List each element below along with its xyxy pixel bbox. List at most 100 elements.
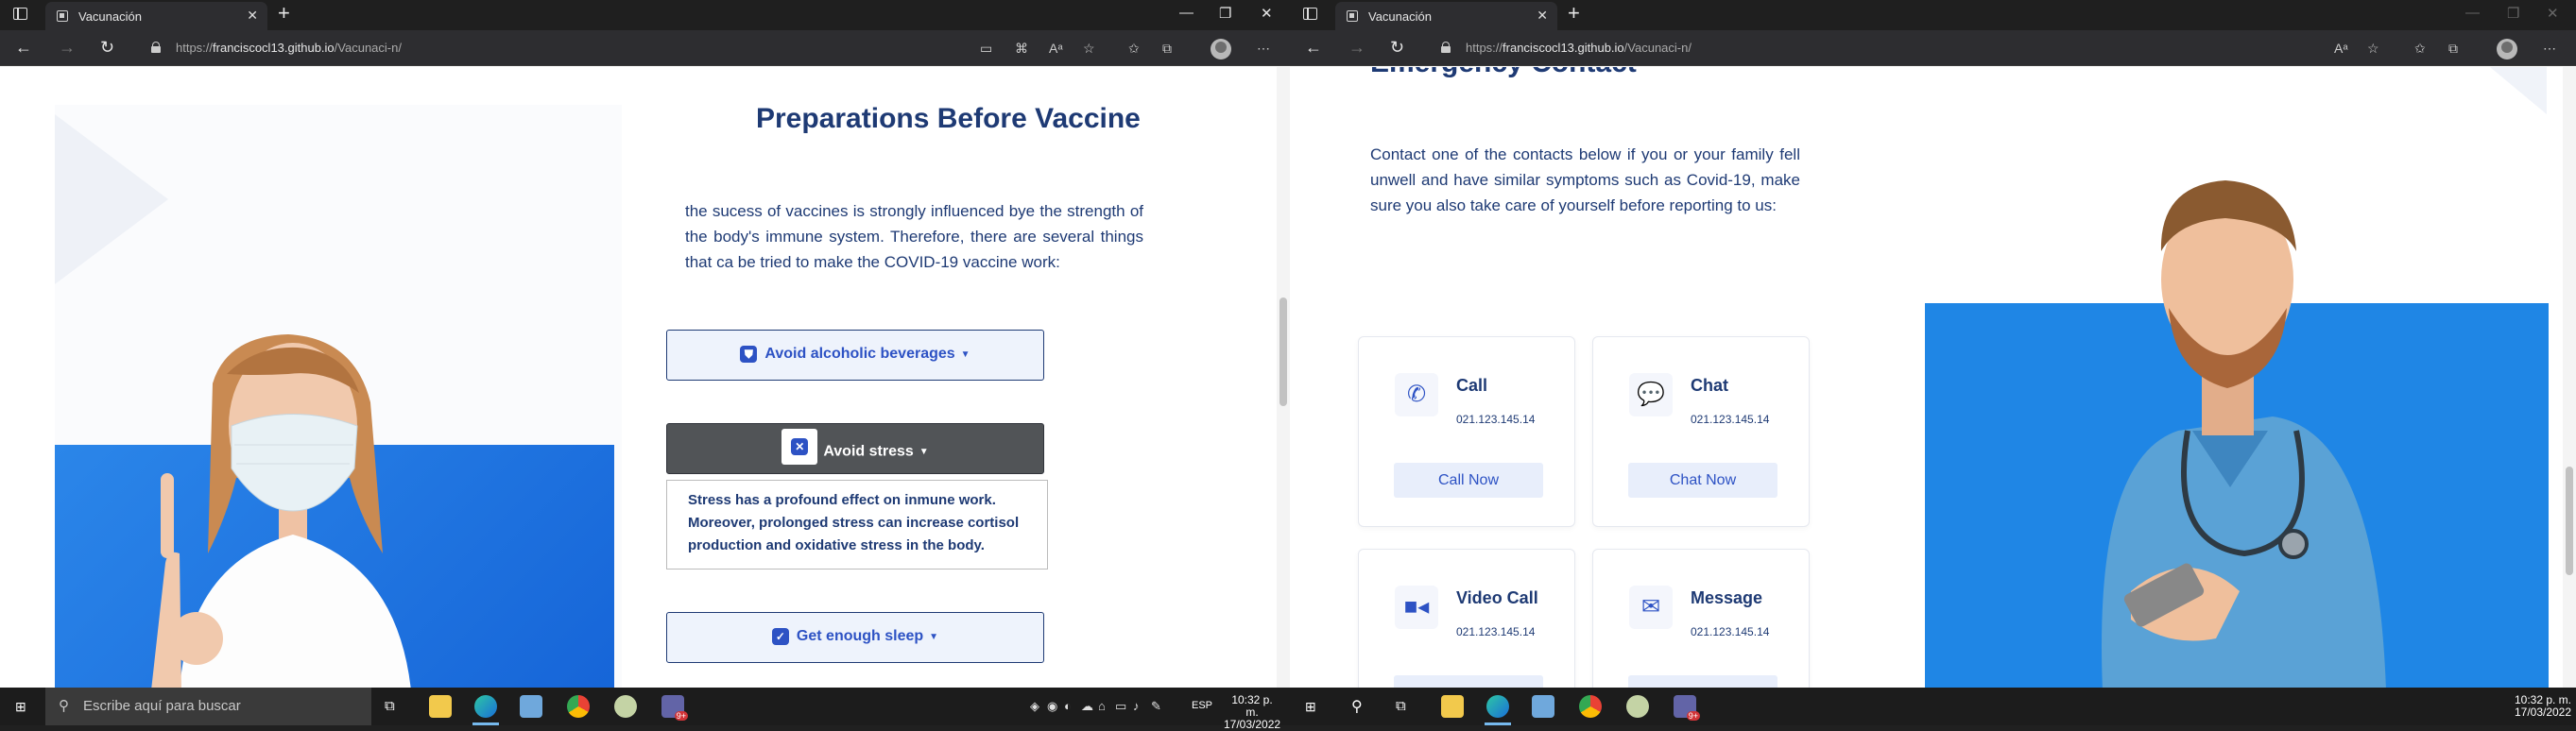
chrome-browser-icon[interactable]: [1579, 695, 1602, 718]
intro-paragraph: Contact one of the contacts below if you…: [1370, 145, 1800, 214]
browser-toolbar: ← → ↻ https://franciscocl13.github.io/Va…: [1290, 30, 2576, 66]
contact-number: 021.123.145.14: [1691, 625, 1770, 638]
new-tab-icon[interactable]: +: [278, 2, 290, 25]
windows-start-icon[interactable]: ⊞: [15, 699, 26, 715]
address-bar[interactable]: https://franciscocl13.github.io/Vacunaci…: [140, 35, 971, 61]
onedrive-icon[interactable]: ☁: [1081, 699, 1093, 714]
refresh-icon[interactable]: ↻: [100, 38, 114, 57]
url-path: /Vacunaci-n/: [1623, 41, 1692, 55]
contact-number: 021.123.145.14: [1456, 413, 1536, 426]
collections-icon[interactable]: ⧉: [1162, 42, 1172, 55]
favorites-icon[interactable]: ✩: [1128, 42, 1140, 55]
favorites-icon[interactable]: ✩: [2414, 42, 2426, 55]
clock-right[interactable]: 10:32 p. m. 17/03/2022: [2514, 694, 2572, 719]
chat-bubble-icon: 💬: [1629, 373, 1673, 416]
title-bar: Vacunación ✕ + — ❐ ✕: [1290, 0, 2576, 30]
video-call-button[interactable]: [1394, 675, 1543, 688]
close-window-icon[interactable]: ✕: [2547, 5, 2559, 22]
new-tab-icon[interactable]: +: [1568, 2, 1580, 25]
close-window-icon[interactable]: ✕: [1261, 5, 1273, 22]
contact-title: Call: [1456, 376, 1488, 395]
read-aloud-icon[interactable]: Aᵃ: [2334, 42, 2348, 55]
tray-app-icon[interactable]: ◈: [1030, 699, 1039, 714]
input-language[interactable]: ESP: [1192, 700, 1212, 712]
volume-icon[interactable]: ♪: [1133, 699, 1140, 713]
read-aloud-icon[interactable]: Aᵃ: [1049, 42, 1063, 55]
back-icon[interactable]: ←: [1305, 38, 1322, 57]
close-tab-icon[interactable]: ✕: [247, 8, 258, 24]
teams-icon[interactable]: 9+: [661, 695, 688, 721]
scrollbar-thumb[interactable]: [2566, 467, 2573, 575]
teams-icon[interactable]: 9+: [1674, 695, 1700, 721]
edge-browser-icon[interactable]: [474, 695, 497, 718]
chat-now-button[interactable]: Chat Now: [1628, 463, 1777, 498]
tray-app-icon[interactable]: ◉: [1047, 699, 1057, 714]
page-viewport: Emergency Contact Contact one of the con…: [1290, 67, 2576, 688]
more-options-icon[interactable]: ⋯: [1257, 42, 1270, 55]
minimize-icon[interactable]: —: [1179, 5, 1194, 21]
call-now-button[interactable]: Call Now: [1394, 463, 1543, 498]
page-scrollbar[interactable]: [1277, 67, 1290, 688]
search-icon[interactable]: ⚲: [1351, 697, 1363, 716]
profile-avatar[interactable]: [2497, 39, 2517, 60]
task-view-icon[interactable]: ⧉: [385, 698, 395, 714]
accordion-avoid-alcohol[interactable]: ⛊ Avoid alcoholic beverages ▼: [666, 330, 1044, 381]
collections-icon[interactable]: ⧉: [2448, 42, 2458, 55]
refresh-icon[interactable]: ↻: [1390, 38, 1404, 57]
restore-icon[interactable]: ❐: [1219, 5, 1231, 22]
accordion-get-enough-sleep[interactable]: ✓ Get enough sleep ▼: [666, 612, 1044, 663]
page-scrollbar[interactable]: [2563, 67, 2576, 688]
windows-start-icon[interactable]: ⊞: [1305, 699, 1316, 715]
notepad-icon[interactable]: [520, 695, 542, 718]
chrome-browser-icon[interactable]: [567, 695, 590, 718]
browser-tab[interactable]: Vacunación ✕: [45, 2, 267, 30]
file-explorer-icon[interactable]: [1441, 695, 1464, 718]
contact-title: Message: [1691, 588, 1763, 607]
phone-icon: ✆: [1395, 373, 1438, 416]
tab-actions-icon[interactable]: [13, 8, 27, 20]
accordion-avoid-stress[interactable]: ✕ Avoid stress ▼: [666, 423, 1044, 474]
taskbar-search-box[interactable]: ⚲ Escribe aquí para buscar: [45, 688, 371, 725]
decor-triangle: [55, 114, 168, 284]
edge-browser-icon[interactable]: [1486, 695, 1509, 718]
more-options-icon[interactable]: ⋯: [2543, 42, 2556, 55]
contact-card-call: ✆ Call 021.123.145.14 Call Now: [1358, 336, 1575, 527]
message-button[interactable]: [1628, 675, 1777, 688]
favorite-add-icon[interactable]: ☆: [2367, 42, 2379, 55]
notepad-icon[interactable]: [1532, 695, 1554, 718]
pen-icon[interactable]: ✎: [1151, 699, 1161, 714]
back-icon[interactable]: ←: [15, 38, 32, 57]
file-explorer-icon[interactable]: [429, 695, 452, 718]
accordion-label: Avoid stress: [823, 443, 914, 460]
tab-actions-icon[interactable]: [1303, 8, 1317, 20]
browser-tab[interactable]: Vacunación ✕: [1335, 2, 1557, 30]
favorite-add-icon[interactable]: ☆: [1083, 42, 1095, 55]
clock-left[interactable]: 10:32 p. m. 17/03/2022: [1224, 694, 1280, 731]
close-tab-icon[interactable]: ✕: [1537, 8, 1548, 24]
url-scheme: https://: [1466, 41, 1503, 55]
paint-icon[interactable]: [1626, 695, 1649, 718]
forward-icon[interactable]: →: [1348, 38, 1365, 57]
minimize-icon[interactable]: —: [2465, 5, 2480, 21]
display-icon[interactable]: ▭: [1115, 699, 1126, 714]
app-available-icon[interactable]: ▭: [980, 42, 992, 55]
scrollbar-thumb[interactable]: [1279, 298, 1287, 406]
qr-code-icon[interactable]: ⌘: [1015, 42, 1028, 55]
url-scheme: https://: [176, 41, 214, 55]
checkbox-icon: ✓: [771, 628, 789, 645]
restore-icon[interactable]: ❐: [2507, 5, 2519, 22]
tray-app-icon[interactable]: ◐: [1064, 699, 1072, 713]
network-icon[interactable]: ⌂: [1098, 699, 1106, 713]
profile-avatar[interactable]: [1211, 39, 1231, 60]
forward-icon[interactable]: →: [59, 38, 76, 57]
paint-icon[interactable]: [614, 695, 637, 718]
accordion-label: Get enough sleep: [796, 628, 924, 644]
lock-icon: [151, 42, 161, 53]
contact-card-video-call: ■◂ Video Call 021.123.145.14: [1358, 549, 1575, 688]
date: 17/03/2022: [2514, 706, 2572, 719]
notification-badge: 9+: [674, 711, 688, 721]
address-bar[interactable]: https://franciscocl13.github.io/Vacunaci…: [1430, 35, 2233, 61]
task-view-icon[interactable]: ⧉: [1396, 698, 1406, 714]
tab-title: Vacunación: [1368, 9, 1432, 24]
url-path: /Vacunaci-n/: [334, 41, 402, 55]
